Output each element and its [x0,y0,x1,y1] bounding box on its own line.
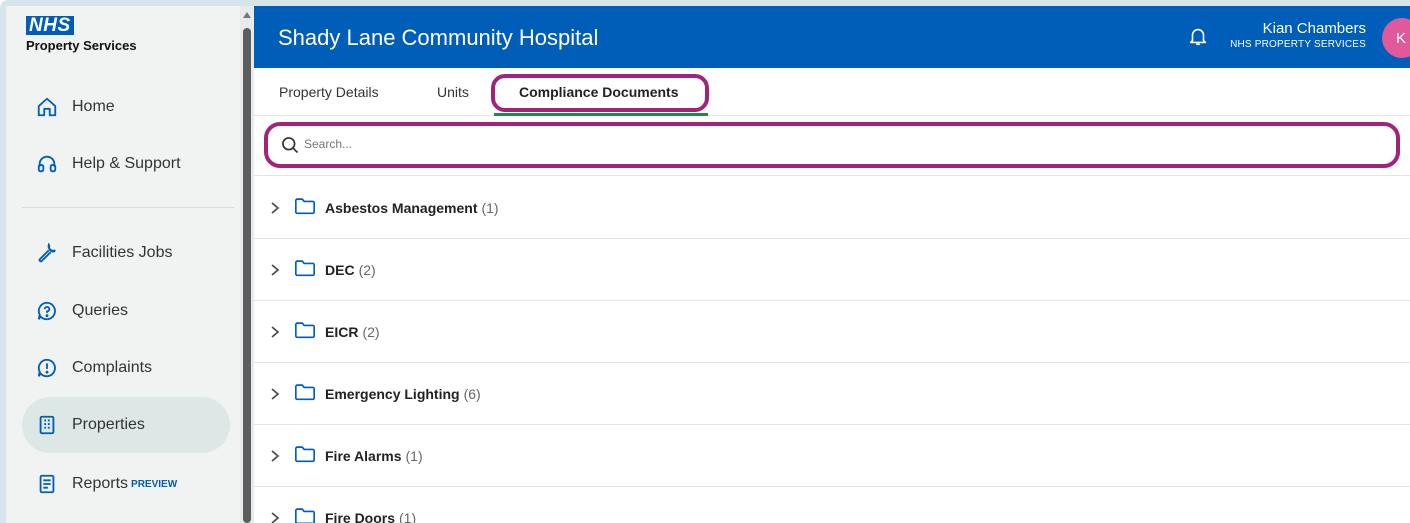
sidebar-item-complaints[interactable]: Complaints [22,340,230,396]
folder-list: Asbestos Management (1) DEC (2) EICR (2) Em… [254,177,1410,523]
nhs-logo: NHS [26,16,74,35]
sidebar-item-label: Home [72,98,115,115]
tab-units[interactable]: Units [437,84,469,100]
chevron-right-icon[interactable] [270,511,280,523]
sidebar-item-label: Help & Support [72,155,181,172]
search-bar [254,118,1410,176]
folder-label: Fire Alarms (1) [325,448,423,464]
folder-label: Emergency Lighting (6) [325,386,481,402]
sidebar-item-label: Facilities Jobs [72,244,173,261]
folder-label: Asbestos Management (1) [325,200,499,216]
chevron-right-icon[interactable] [270,263,280,277]
folder-icon [295,446,315,463]
active-tab-indicator [494,113,708,116]
sidebar-item-home[interactable]: Home [22,79,230,135]
folder-icon [295,198,315,215]
folder-row-fire-alarms[interactable]: Fire Alarms (1) [254,425,1410,487]
folder-count: (6) [463,386,481,402]
user-info[interactable]: Kian Chambers NHS PROPERTY SERVICES [1230,20,1366,50]
folder-count: (1) [481,200,499,216]
folder-label: EICR (2) [325,324,380,340]
sidebar-item-facilities-jobs[interactable]: Facilities Jobs [22,225,230,281]
page-title: Shady Lane Community Hospital [278,25,599,50]
scroll-up-arrow-icon[interactable] [243,12,251,18]
folder-label: DEC (2) [325,262,376,278]
building-icon [36,414,58,436]
sidebar-item-label: Reports [72,475,129,492]
folder-row-emergency-lighting[interactable]: Emergency Lighting (6) [254,363,1410,425]
folder-icon [295,260,315,277]
sidebar-divider [22,207,234,208]
chevron-right-icon[interactable] [270,325,280,339]
headset-icon [36,153,58,175]
app-header: Shady Lane Community Hospital Kian Chamb… [254,6,1410,68]
sidebar: NHS Property Services Home Help & Suppor… [6,6,242,523]
folder-count: (1) [405,448,423,464]
brand-logo[interactable]: NHS Property Services [26,16,137,53]
sidebar-item-label: Queries [72,302,129,319]
sidebar-item-queries[interactable]: Queries [22,283,230,339]
highlight-outline-tab [491,74,709,112]
folder-icon [295,384,315,401]
folder-count: (2) [358,262,376,278]
brand-subtitle: Property Services [26,38,137,53]
folder-count: (1) [399,510,417,523]
bell-icon[interactable] [1187,24,1209,48]
folder-row-asbestos-management[interactable]: Asbestos Management (1) [254,177,1410,239]
preview-badge: PREVIEW [131,478,178,490]
folder-icon [295,322,315,339]
exclamation-bubble-icon [36,357,58,379]
folder-row-fire-doors[interactable]: Fire Doors (1) [254,487,1410,523]
sidebar-item-reports[interactable]: Reports PREVIEW [22,456,230,512]
report-icon [36,473,58,495]
chevron-right-icon[interactable] [270,449,280,463]
sidebar-item-label: Complaints [72,359,153,376]
scroll-thumb[interactable] [243,28,251,523]
sidebar-item-label: Properties [72,416,145,433]
chevron-right-icon[interactable] [270,387,280,401]
folder-count: (2) [362,324,380,340]
user-org: NHS PROPERTY SERVICES [1230,39,1366,50]
sidebar-scrollbar[interactable] [240,6,254,523]
sidebar-item-help-support[interactable]: Help & Support [22,136,230,192]
user-name: Kian Chambers [1262,20,1366,37]
tab-property-details[interactable]: Property Details [279,84,379,100]
tab-bar: Property Details Units Compliance Docume… [254,68,1410,116]
question-bubble-icon [36,300,58,322]
folder-row-eicr[interactable]: EICR (2) [254,301,1410,363]
sidebar-item-properties[interactable]: Properties [22,397,230,453]
home-icon [36,96,58,118]
folder-row-dec[interactable]: DEC (2) [254,239,1410,301]
wrench-icon [36,242,58,264]
avatar[interactable]: K [1382,18,1410,58]
highlight-outline-search [264,122,1400,168]
folder-icon [295,508,315,523]
chevron-right-icon[interactable] [270,201,280,215]
folder-label: Fire Doors (1) [325,510,416,523]
